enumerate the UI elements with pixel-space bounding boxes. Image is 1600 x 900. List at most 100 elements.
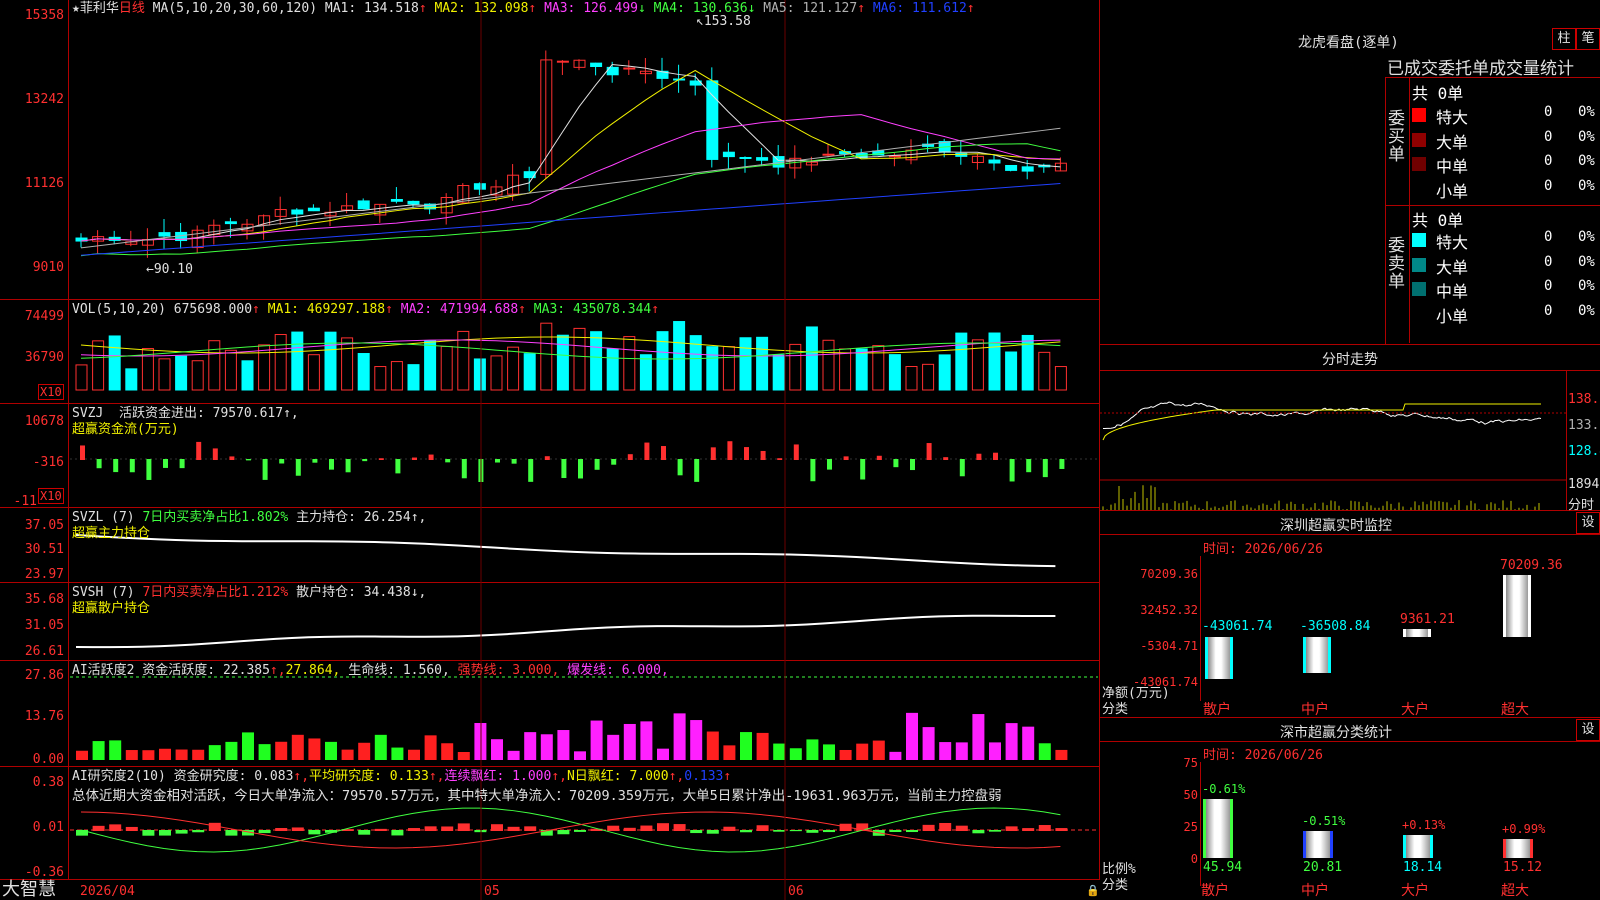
volume-bar: [125, 368, 138, 391]
volume-bar: [357, 353, 370, 391]
volume-bar: [424, 340, 437, 391]
activity-bar: [275, 741, 288, 760]
activity-bar: [756, 732, 769, 760]
volume-bar: [971, 339, 984, 391]
activity-bar: [640, 721, 653, 760]
ma-label: MA(5,10,20,30,60,120): [152, 1, 318, 16]
flow-bar: [627, 454, 633, 460]
buy-row-value-2: 0: [1544, 153, 1553, 169]
activity-bar: [590, 720, 603, 760]
research-bar: [574, 830, 586, 832]
sell-row-name-1: 大单: [1436, 257, 1469, 277]
sc-bar-1[interactable]: [1303, 831, 1333, 858]
sell-row-name-2: 中单: [1436, 282, 1469, 301]
research-bar: [424, 826, 437, 831]
sc-bar-0[interactable]: [1203, 799, 1233, 858]
activity-bar: [1055, 749, 1068, 760]
volma-label-2: MA3:: [525, 302, 566, 317]
research-bar: [906, 830, 918, 833]
tick-mode-button[interactable]: 笔: [1576, 28, 1600, 50]
buy-row-swatch-3: [1412, 181, 1426, 196]
activity-bar: [358, 742, 371, 760]
sz-bar-value-1: -36508.84: [1300, 619, 1371, 634]
intraday-ytick-1: 133.6: [1568, 418, 1600, 433]
flow-bar: [910, 459, 915, 471]
sell-row-value-3: 0: [1544, 302, 1553, 319]
vol-unit-badge: X10: [38, 384, 64, 400]
volume-bar: [805, 326, 818, 391]
sell-row-pct-2: 0%: [1578, 278, 1595, 294]
candle-body: [706, 80, 719, 160]
activity-bar: [939, 742, 952, 760]
activity-bar: [374, 734, 387, 760]
volume-header: VOL(5,10,20) 675698.000↑ MA1: 469297.188…: [72, 302, 660, 317]
ai2-ytick-0: 0.38: [32, 775, 64, 790]
main-ytick-2: 11126: [24, 176, 64, 191]
stock-name[interactable]: ★菲利华: [72, 1, 119, 16]
volume-bar: [772, 354, 785, 391]
activity-bar: [690, 720, 703, 760]
research-bar: [358, 830, 371, 835]
flow-bar: [345, 459, 351, 473]
sc-bar-3[interactable]: [1503, 838, 1533, 858]
sc-category-1: 中户: [1301, 883, 1329, 899]
activity-bar: [208, 745, 221, 760]
research-bar: [275, 828, 288, 831]
buy-row-name-0: 特大: [1436, 108, 1469, 127]
buy-row-name-2: 中单: [1436, 157, 1469, 176]
sc-bar-2[interactable]: [1403, 834, 1433, 858]
buy-row-swatch-2: [1412, 157, 1426, 171]
flow-bar: [827, 459, 832, 470]
volume-bar: [739, 337, 752, 391]
sz-bar-0[interactable]: [1205, 637, 1233, 679]
volume-bar: [1038, 351, 1051, 391]
ma-line: [80, 182, 1061, 256]
research-bar: [159, 830, 171, 836]
lock-icon[interactable]: 🔒: [1086, 884, 1100, 897]
volume-bar: [324, 331, 337, 391]
research-bar: [142, 830, 155, 836]
activity-bar: [789, 748, 802, 760]
lhb-tabs[interactable]: 已成交委托单成交量统计: [1387, 54, 1574, 79]
sc-settings-button[interactable]: 设: [1576, 719, 1600, 741]
sz-ytick-1: 32452.32: [1140, 603, 1198, 617]
volume-bar: [490, 355, 503, 391]
chart-canvas: [70, 0, 1566, 900]
flow-bar: [760, 450, 766, 460]
ma-value-4: 121.127: [802, 1, 858, 16]
research-bar: [125, 826, 138, 831]
research-bar: [76, 830, 88, 836]
sz-bar-2[interactable]: [1403, 628, 1431, 637]
volume-bar: [523, 353, 536, 391]
volume-bar: [955, 332, 968, 391]
buy-row-pct-2: 0%: [1578, 153, 1595, 169]
research-bar: [557, 830, 570, 835]
flow-bar: [412, 457, 417, 460]
svsh-subtitle: 超赢散户持仓: [72, 601, 151, 616]
volume-bar: [158, 358, 171, 391]
candle-body: [357, 200, 370, 210]
sz-bar-3[interactable]: [1503, 575, 1531, 637]
sz-category-0: 散户: [1203, 702, 1231, 718]
main-chart-header: ★菲利华日线 MA(5,10,20,30,60,120) MA1: 134.51…: [72, 1, 975, 17]
sell-total: 共 0单: [1412, 211, 1464, 230]
activity-bar: [889, 751, 902, 760]
activity-bar: [623, 723, 636, 760]
flow-bar: [710, 447, 716, 460]
candle-body: [822, 153, 835, 156]
activity-bar: [507, 750, 520, 760]
bar-mode-button[interactable]: 柱: [1552, 28, 1576, 50]
buy-row-value-3: 0: [1544, 177, 1553, 194]
period-label[interactable]: 日线: [119, 1, 145, 16]
research-bar: [308, 830, 321, 835]
flow-bar: [594, 459, 600, 470]
volma-label-1: MA2:: [392, 302, 433, 317]
research-bar: [657, 823, 669, 831]
sz-bar-1[interactable]: [1303, 637, 1331, 673]
flow-bar: [179, 459, 185, 469]
high-mark-label: ↖153.58: [696, 14, 751, 29]
research-bar: [972, 830, 985, 834]
sell-row-name-3: 小单: [1436, 306, 1469, 326]
sz-settings-button[interactable]: 设: [1576, 512, 1600, 534]
activity-bar: [972, 714, 985, 760]
